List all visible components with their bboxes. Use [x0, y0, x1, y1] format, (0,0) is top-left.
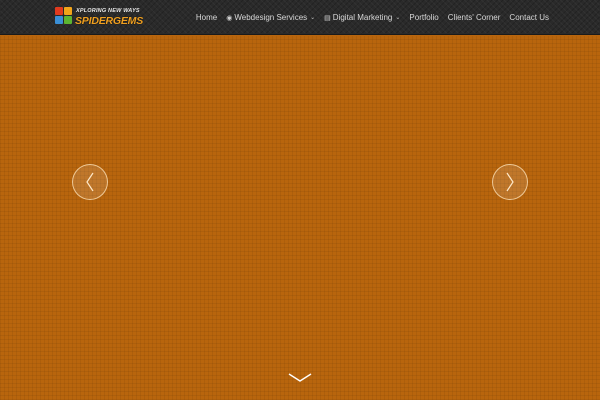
hero-slider — [0, 36, 600, 400]
logo-tagline: XPLORING NEW WAYS — [76, 8, 140, 14]
nav-item-label: Digital Marketing — [332, 13, 393, 22]
nav-item-contact-us[interactable]: Contact Us — [509, 13, 549, 22]
nav-item-label: Webdesign Services — [234, 13, 308, 22]
nav-item-webdesign-services[interactable]: ◉ Webdesign Services ⌄ — [226, 13, 315, 22]
scroll-down-button[interactable] — [288, 371, 312, 383]
nav-item-label: Contact Us — [509, 13, 549, 22]
chevron-left-icon — [86, 172, 94, 192]
nav-item-home[interactable]: Home — [196, 13, 217, 22]
nav-item-label: Clients' Corner — [447, 13, 501, 22]
globe-icon: ◉ — [226, 14, 233, 22]
chevron-down-icon: ⌄ — [310, 15, 316, 21]
slider-prev-button[interactable] — [72, 164, 108, 200]
chevron-down-icon: ⌄ — [395, 15, 401, 21]
nav-item-clients-corner[interactable]: Clients' Corner — [448, 13, 501, 22]
slider-next-button[interactable] — [492, 164, 528, 200]
nav-item-label: Portfolio — [409, 13, 439, 22]
nav-item-label: Home — [195, 13, 218, 22]
nav-item-portfolio[interactable]: Portfolio — [409, 13, 438, 22]
logo[interactable]: XPLORING NEW WAYS SPIDERGEMS — [55, 6, 143, 30]
spidergems-logo-icon — [55, 7, 75, 27]
nav-item-digital-marketing[interactable]: ▤ Digital Marketing ⌄ — [324, 13, 400, 22]
briefcase-icon: ▤ — [324, 14, 331, 22]
logo-name: SPIDERGEMS — [75, 15, 144, 27]
site-header: XPLORING NEW WAYS SPIDERGEMS Home ◉ Webd… — [0, 0, 600, 35]
main-nav: Home ◉ Webdesign Services ⌄ ▤ Digital Ma… — [196, 0, 549, 35]
chevron-down-icon — [288, 373, 312, 382]
chevron-right-icon — [506, 172, 514, 192]
